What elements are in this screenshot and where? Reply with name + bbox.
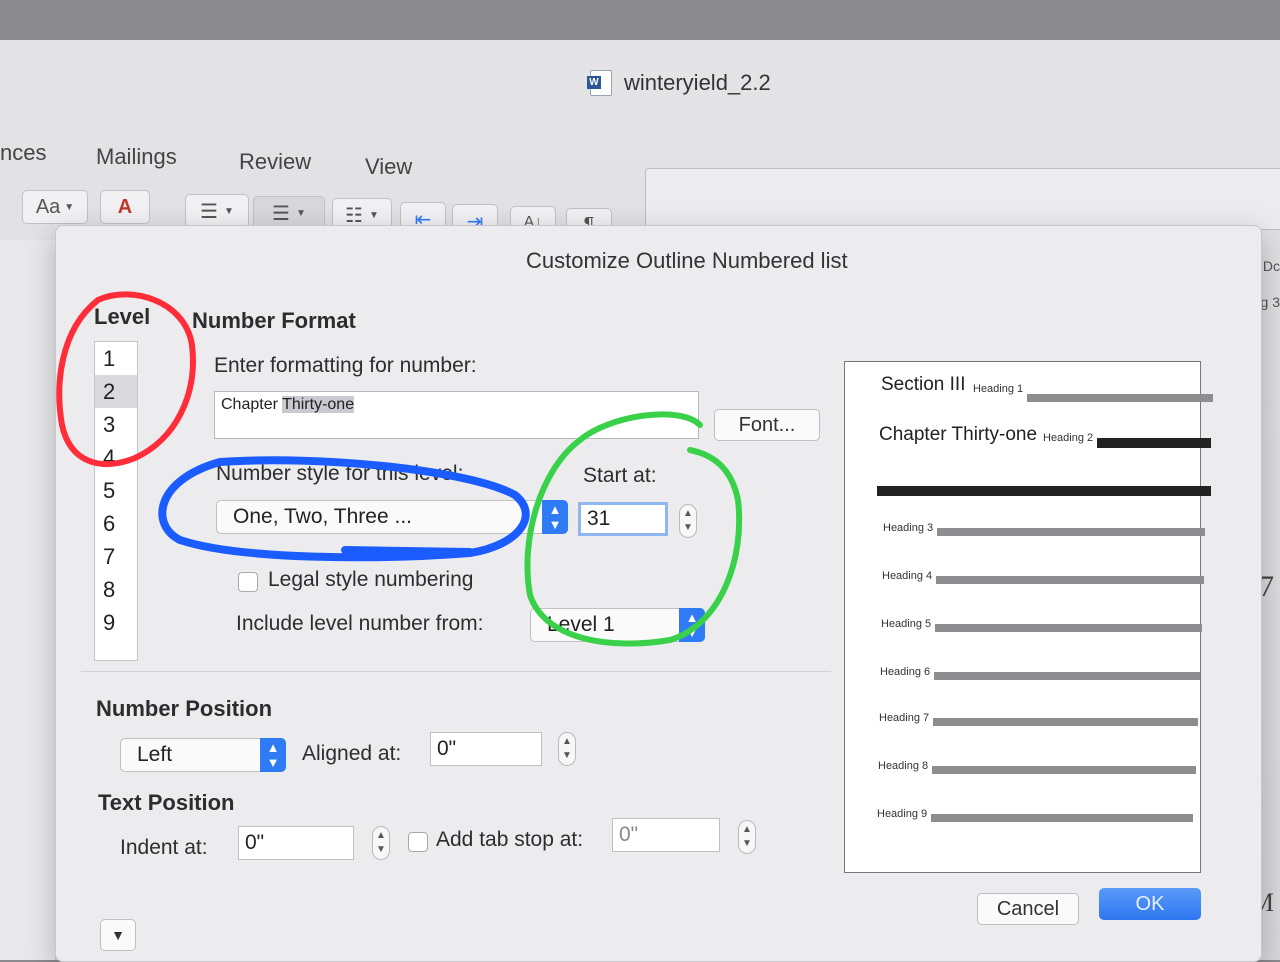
number-style-select[interactable]: One, Two, Three ... ▲ ▼: [216, 500, 568, 534]
preview-row-5: Heading 5: [845, 618, 1202, 642]
level-list[interactable]: 1 2 3 4 5 6 7 8 9: [94, 341, 138, 661]
indent-at-label: Indent at:: [120, 836, 208, 859]
preview-line: [933, 718, 1198, 726]
font-size-button[interactable]: Aa ▼: [22, 190, 88, 224]
multilevel-list-icon: ☷: [345, 204, 364, 227]
aligned-at-label: Aligned at:: [302, 742, 402, 765]
chevron-updown-icon: ▲ ▼: [260, 738, 286, 772]
level-item-8[interactable]: 8: [95, 573, 137, 606]
include-level-select[interactable]: Level 1 ▲ ▼: [530, 608, 705, 642]
number-position-heading: Number Position: [96, 696, 273, 721]
bullets-button[interactable]: ☰ ▼: [185, 194, 249, 228]
customize-outline-dialog: Customize Outline Numbered list Level 1 …: [55, 225, 1262, 962]
chevron-down-icon: ▼: [111, 927, 125, 943]
dialog-title: Customize Outline Numbered list: [526, 248, 848, 273]
preview-line: [932, 766, 1196, 774]
stepper-arrows-icon: ▲ ▼: [376, 830, 386, 855]
ok-button[interactable]: OK: [1099, 888, 1201, 920]
left-ruler: [0, 240, 56, 960]
stepper-arrows-icon: ▲ ▼: [742, 824, 752, 849]
right-ruler-text: :Dc: [1259, 258, 1280, 274]
tab-stop-input[interactable]: 0": [612, 818, 720, 852]
tab-review[interactable]: Review: [239, 149, 311, 175]
level-item-4[interactable]: 4: [95, 441, 137, 474]
text-position-heading: Text Position: [98, 790, 235, 815]
tab-stop-stepper[interactable]: ▲ ▼: [738, 820, 756, 854]
stepper-arrows-icon: ▲ ▼: [683, 508, 693, 533]
number-placeholder: Thirty-one: [282, 396, 355, 413]
number-alignment-select[interactable]: Left ▲ ▼: [120, 738, 286, 772]
start-at-label: Start at:: [583, 464, 657, 487]
right-heading-text: g 3: [1260, 294, 1280, 310]
chevron-down-icon: ▼: [224, 205, 234, 217]
preview-line: [936, 576, 1204, 584]
document-title: winteryield_2.2: [624, 70, 771, 95]
aligned-at-stepper[interactable]: ▲ ▼: [558, 732, 576, 766]
preview-row-6: Heading 6: [845, 666, 1200, 690]
level-item-1[interactable]: 1: [95, 342, 137, 375]
window-title-bar: winteryield_2.2: [587, 70, 771, 96]
section-divider: [81, 671, 831, 672]
preview-row-3: Heading 3: [845, 522, 1205, 546]
indent-at-stepper[interactable]: ▲ ▼: [372, 826, 390, 860]
expand-options-button[interactable]: ▼: [100, 919, 136, 951]
number-style-label: Number style for this level:: [216, 462, 464, 485]
chevron-updown-icon: ▲ ▼: [679, 608, 705, 642]
chevron-down-icon: ▼: [296, 207, 306, 219]
add-tab-stop-label: Add tab stop at:: [436, 828, 584, 851]
preview-row-4: Heading 4: [845, 570, 1204, 594]
tab-references[interactable]: nces: [0, 140, 46, 166]
tab-mailings[interactable]: Mailings: [96, 144, 177, 170]
preview-line: [935, 624, 1202, 632]
level-heading: Level: [94, 304, 151, 329]
eraser-icon: A: [117, 195, 133, 218]
clear-formatting-button[interactable]: A: [100, 190, 150, 224]
level-item-2[interactable]: 2: [95, 375, 137, 408]
start-at-stepper[interactable]: ▲ ▼: [679, 504, 697, 538]
preview-row-7: Heading 7: [845, 712, 1200, 736]
numbering-preview: Section III Heading 1 Chapter Thirty-one…: [844, 361, 1213, 873]
chevron-down-icon: ▼: [369, 209, 379, 221]
level-item-7[interactable]: 7: [95, 540, 137, 573]
styles-gallery[interactable]: [645, 168, 1280, 230]
preview-line: [931, 814, 1193, 822]
preview-line: [1097, 438, 1211, 448]
number-format-heading: Number Format: [192, 308, 356, 333]
bullet-list-icon: ☰: [200, 200, 219, 223]
preview-row-9: Heading 9: [845, 808, 1200, 832]
preview-line: [934, 672, 1200, 680]
cancel-button[interactable]: Cancel: [977, 893, 1079, 925]
preview-row-2: Chapter Thirty-one Heading 2: [845, 424, 1211, 448]
start-at-input[interactable]: 31: [578, 502, 668, 536]
stepper-arrows-icon: ▲ ▼: [562, 736, 572, 761]
preview-line: [877, 486, 1211, 496]
legal-style-checkbox[interactable]: [238, 572, 258, 592]
legal-style-label: Legal style numbering: [268, 568, 474, 591]
numbered-list-icon: ☰: [272, 202, 291, 225]
preview-line: [937, 528, 1205, 536]
preview-line: [1027, 394, 1213, 402]
tab-view[interactable]: View: [365, 154, 412, 180]
preview-row-8: Heading 8: [845, 760, 1200, 784]
font-button[interactable]: Font...: [714, 409, 820, 441]
indent-at-input[interactable]: 0": [238, 826, 354, 860]
level-item-6[interactable]: 6: [95, 507, 137, 540]
level-item-9[interactable]: 9: [95, 606, 137, 639]
aligned-at-input[interactable]: 0": [430, 732, 542, 766]
include-level-label: Include level number from:: [236, 612, 484, 635]
word-document-icon: [587, 70, 612, 96]
preview-row-1: Section III Heading 1: [845, 374, 1213, 402]
chevron-down-icon: ▼: [64, 201, 75, 213]
enter-formatting-label: Enter formatting for number:: [214, 354, 477, 377]
level-item-5[interactable]: 5: [95, 474, 137, 507]
chevron-updown-icon: ▲ ▼: [542, 500, 568, 534]
number-format-input[interactable]: Chapter Thirty-one: [214, 391, 699, 439]
add-tab-stop-checkbox[interactable]: [408, 832, 428, 852]
level-item-3[interactable]: 3: [95, 408, 137, 441]
